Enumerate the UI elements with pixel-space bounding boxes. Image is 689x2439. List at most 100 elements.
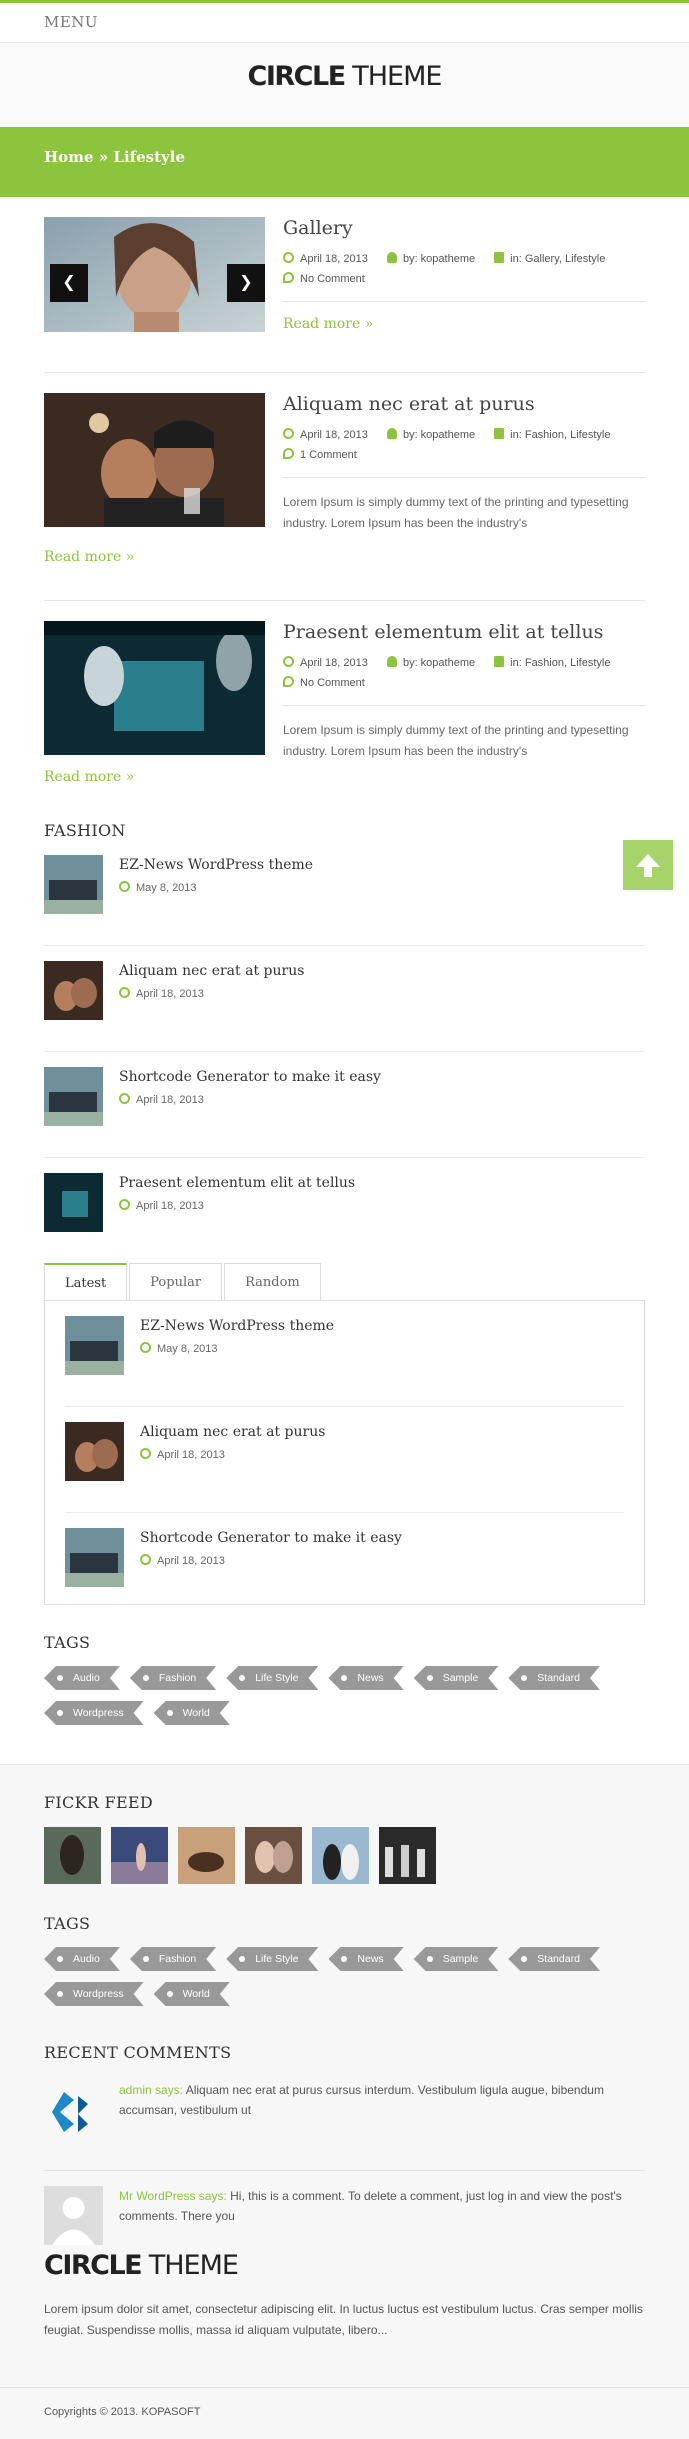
- tab-popular[interactable]: Popular: [129, 1263, 223, 1300]
- item-thumbnail[interactable]: [44, 1173, 103, 1232]
- item-thumbnail[interactable]: [65, 1422, 124, 1481]
- slider-prev-button[interactable]: ❮: [50, 264, 88, 302]
- post-categories[interactable]: in: Gallery, Lifestyle: [510, 253, 605, 265]
- flickr-photo[interactable]: [379, 1827, 436, 1884]
- item-date: April 18, 2013: [136, 1200, 204, 1212]
- comment-icon: [283, 272, 294, 283]
- tag-link[interactable]: Life Style: [226, 1666, 318, 1690]
- item-title[interactable]: Shortcode Generator to make it easy: [119, 1069, 381, 1085]
- item-title[interactable]: Aliquam nec erat at purus: [119, 963, 304, 979]
- post-thumbnail[interactable]: [44, 393, 265, 527]
- tag-cloud: Audio Fashion Life Style News Sample Sta…: [44, 1666, 645, 1736]
- divider: [283, 301, 645, 302]
- post-item: ❮ ❯ Gallery April 18, 2013 by: kopatheme…: [44, 217, 645, 373]
- post-excerpt: Lorem Ipsum is simply dummy text of the …: [283, 495, 629, 530]
- post-comments[interactable]: 1 Comment: [300, 449, 357, 461]
- divider: [283, 477, 645, 478]
- item-date: April 18, 2013: [136, 988, 204, 1000]
- post-thumbnail[interactable]: [44, 621, 265, 755]
- comment-author[interactable]: Mr WordPress says:: [119, 2189, 227, 2203]
- flickr-photo[interactable]: [178, 1827, 235, 1884]
- clock-icon: [283, 428, 294, 439]
- tags-widget: TAGS Audio Fashion Life Style News Sampl…: [44, 1633, 645, 1764]
- tag-link[interactable]: Fashion: [130, 1947, 216, 1971]
- post-excerpt: Lorem Ipsum is simply dummy text of the …: [283, 723, 629, 758]
- item-title[interactable]: Shortcode Generator to make it easy: [140, 1530, 402, 1546]
- flickr-photo[interactable]: [44, 1827, 101, 1884]
- clock-icon: [119, 881, 130, 892]
- flickr-photo[interactable]: [111, 1827, 168, 1884]
- site-logo[interactable]: CIRCLE THEME: [0, 61, 689, 92]
- comment-item: admin says: Aliquam nec erat at purus cu…: [44, 2080, 645, 2171]
- tag-link[interactable]: Sample: [414, 1666, 499, 1690]
- tag-link[interactable]: Life Style: [226, 1947, 318, 1971]
- comment-author[interactable]: admin says:: [119, 2083, 183, 2097]
- tag-link[interactable]: Wordpress: [44, 1701, 144, 1725]
- tab-bar: Latest Popular Random: [44, 1263, 645, 1300]
- tab-random[interactable]: Random: [224, 1263, 321, 1300]
- post-title[interactable]: Gallery: [283, 217, 645, 239]
- post-comments[interactable]: No Comment: [300, 677, 365, 689]
- item-thumbnail[interactable]: [44, 961, 103, 1020]
- list-item: Aliquam nec erat at purus April 18, 2013: [65, 1422, 624, 1513]
- post-title[interactable]: Praesent elementum elit at tellus: [283, 621, 645, 643]
- item-thumbnail[interactable]: [44, 1067, 103, 1126]
- divider: [283, 705, 645, 706]
- clock-icon: [140, 1342, 151, 1353]
- list-item: EZ-News WordPress theme May 8, 2013: [44, 855, 645, 946]
- item-title[interactable]: EZ-News WordPress theme: [119, 857, 313, 873]
- menu-label[interactable]: MENU: [44, 13, 98, 31]
- item-thumbnail[interactable]: [44, 855, 103, 914]
- tag-link[interactable]: Fashion: [130, 1666, 216, 1690]
- post-meta: April 18, 2013 by: kopatheme in: Fashion…: [283, 425, 645, 465]
- flickr-photo[interactable]: [312, 1827, 369, 1884]
- copyright-bar: Copyrights © 2013. KOPASOFT: [0, 2387, 689, 2439]
- post-author[interactable]: by: kopatheme: [403, 253, 475, 265]
- read-more-link[interactable]: Read more »: [44, 549, 134, 565]
- flickr-gallery: [44, 1827, 645, 1884]
- tag-link[interactable]: Sample: [414, 1947, 499, 1971]
- post-author[interactable]: by: kopatheme: [403, 429, 475, 441]
- item-title[interactable]: Praesent elementum elit at tellus: [119, 1175, 355, 1191]
- tab-latest[interactable]: Latest: [44, 1263, 128, 1300]
- item-thumbnail[interactable]: [65, 1316, 124, 1375]
- menu-bar[interactable]: MENU: [0, 3, 689, 43]
- read-more-link[interactable]: Read more »: [283, 316, 645, 332]
- breadcrumb-text[interactable]: Home » Lifestyle: [44, 148, 185, 166]
- post-categories[interactable]: in: Fashion, Lifestyle: [510, 429, 610, 441]
- post-comments[interactable]: No Comment: [300, 273, 365, 285]
- item-title[interactable]: EZ-News WordPress theme: [140, 1318, 334, 1334]
- post-meta: April 18, 2013 by: kopatheme in: Gallery…: [283, 249, 645, 289]
- read-more-link[interactable]: Read more »: [44, 769, 134, 785]
- list-item: Shortcode Generator to make it easy April…: [65, 1528, 624, 1604]
- tag-link[interactable]: Standard: [508, 1666, 600, 1690]
- tag-link[interactable]: Standard: [508, 1947, 600, 1971]
- post-categories[interactable]: in: Fashion, Lifestyle: [510, 657, 610, 669]
- post-meta: April 18, 2013 by: kopatheme in: Fashion…: [283, 653, 645, 693]
- tag-link[interactable]: News: [328, 1666, 403, 1690]
- footer-logo[interactable]: CIRCLE THEME: [44, 2250, 645, 2281]
- tabs-widget: Latest Popular Random EZ-News WordPress …: [44, 1263, 645, 1605]
- slider-next-button[interactable]: ❯: [227, 264, 265, 302]
- list-item: Aliquam nec erat at purus April 18, 2013: [44, 961, 645, 1052]
- tag-link[interactable]: World: [154, 1701, 230, 1725]
- tag-link[interactable]: News: [328, 1947, 403, 1971]
- clock-icon: [119, 987, 130, 998]
- tag-link[interactable]: Audio: [44, 1666, 120, 1690]
- item-thumbnail[interactable]: [65, 1528, 124, 1587]
- tag-link[interactable]: Wordpress: [44, 1982, 144, 2006]
- user-icon: [386, 656, 397, 667]
- post-image: [44, 621, 265, 755]
- comment-item: Mr WordPress says: Hi, this is a comment…: [44, 2186, 645, 2246]
- header-logo-area: CIRCLE THEME: [0, 43, 689, 127]
- item-title[interactable]: Aliquam nec erat at purus: [140, 1424, 325, 1440]
- back-to-top-button[interactable]: [623, 840, 673, 890]
- post-author[interactable]: by: kopatheme: [403, 657, 475, 669]
- flickr-photo[interactable]: [245, 1827, 302, 1884]
- fashion-widget: FASHION EZ-News WordPress theme May 8, 20…: [44, 821, 645, 1237]
- comment-text: Mr WordPress says: Hi, this is a comment…: [119, 2189, 622, 2223]
- tag-link[interactable]: World: [154, 1982, 230, 2006]
- post-title[interactable]: Aliquam nec erat at purus: [283, 393, 645, 415]
- category-icon: [494, 656, 505, 667]
- tag-link[interactable]: Audio: [44, 1947, 120, 1971]
